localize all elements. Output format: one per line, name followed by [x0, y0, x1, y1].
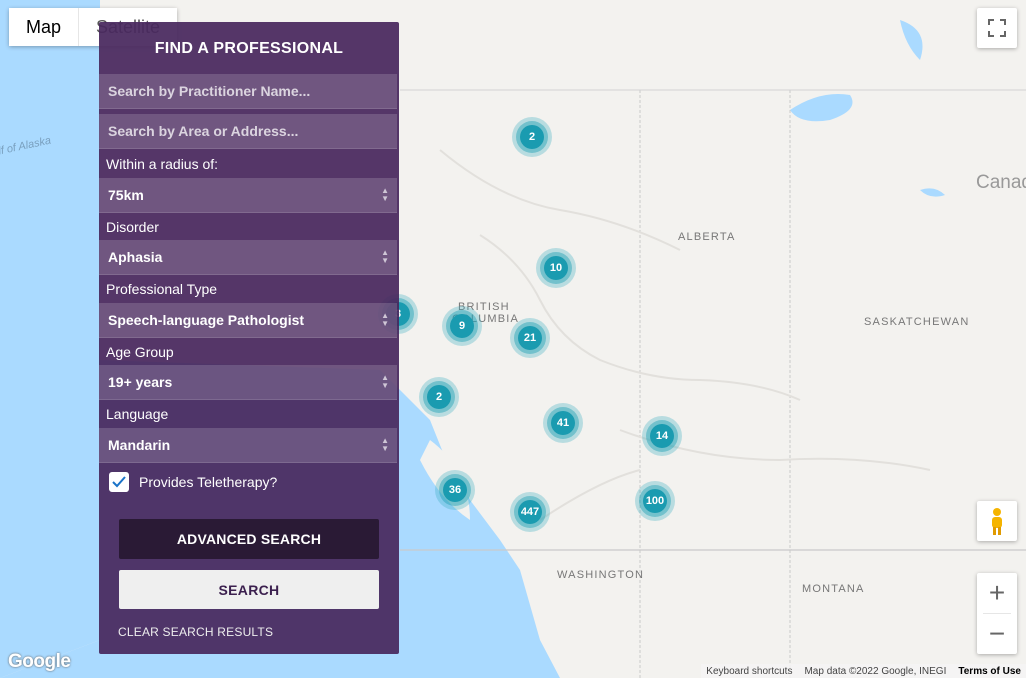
cluster-marker[interactable]: 100	[635, 481, 675, 521]
disorder-select[interactable]: Aphasia ▲ ▼	[99, 240, 397, 275]
pegman-icon	[992, 508, 1002, 535]
terms-link[interactable]: Terms of Use	[958, 666, 1021, 677]
cluster-marker[interactable]: 2	[419, 377, 459, 417]
cluster-count: 100	[643, 489, 667, 513]
canada-label: Canad	[976, 172, 1026, 193]
cluster-marker[interactable]: 41	[543, 403, 583, 443]
alberta-label: ALBERTA	[678, 231, 736, 243]
clear-search-results-link[interactable]: CLEAR SEARCH RESULTS	[118, 625, 273, 639]
professional-type-select[interactable]: Speech-language Pathologist ▲ ▼	[99, 303, 397, 338]
street-view-button[interactable]	[977, 501, 1017, 541]
panel-title: FIND A PROFESSIONAL	[154, 40, 344, 57]
fullscreen-icon	[988, 19, 1006, 37]
cluster-count: 21	[518, 326, 542, 350]
cluster-marker[interactable]: 447	[510, 492, 550, 532]
teletherapy-label: Provides Teletherapy?	[139, 474, 278, 490]
language-value: Mandarin	[108, 437, 171, 453]
cluster-marker[interactable]: 21	[510, 318, 550, 358]
cluster-marker[interactable]: 9	[442, 306, 482, 346]
fullscreen-button[interactable]	[977, 8, 1017, 48]
checkmark-icon	[112, 476, 126, 488]
cluster-count: 9	[450, 314, 474, 338]
washington-label: WASHINGTON	[557, 569, 645, 581]
age-group-label: Age Group	[106, 344, 174, 360]
professional-type-value: Speech-language Pathologist	[108, 312, 305, 328]
cluster-marker[interactable]: 36	[435, 470, 475, 510]
age-group-select[interactable]: 19+ years ▲ ▼	[99, 365, 397, 400]
cluster-count: 14	[650, 424, 674, 448]
cluster-marker[interactable]: 10	[536, 248, 576, 288]
disorder-label: Disorder	[106, 219, 159, 235]
map-footer: Keyboard shortcuts Map data ©2022 Google…	[701, 664, 1026, 678]
age-group-value: 19+ years	[108, 374, 173, 390]
cluster-count: 41	[551, 411, 575, 435]
map-type-map-button[interactable]: Map	[9, 8, 79, 46]
zoom-control: + −	[977, 573, 1017, 654]
search-panel: FIND A PROFESSIONAL Search by Practition…	[99, 22, 399, 654]
zoom-out-button[interactable]: −	[977, 614, 1017, 654]
search-button[interactable]: SEARCH	[119, 570, 379, 609]
select-arrows-icon: ▲ ▼	[381, 373, 389, 390]
select-arrows-icon: ▲ ▼	[381, 311, 389, 328]
cluster-count: 2	[427, 385, 451, 409]
cluster-count: 447	[518, 500, 542, 524]
google-logo: Google	[8, 651, 71, 672]
professional-type-label: Professional Type	[106, 281, 218, 297]
cluster-count: 10	[544, 256, 568, 280]
practitioner-name-input[interactable]: Search by Practitioner Name...	[99, 74, 397, 109]
cluster-count: 36	[443, 478, 467, 502]
cluster-count: 2	[520, 125, 544, 149]
cluster-marker[interactable]: 2	[512, 117, 552, 157]
area-address-input[interactable]: Search by Area or Address...	[99, 114, 397, 149]
radius-select[interactable]: 75km ▲ ▼	[99, 178, 397, 213]
saskatchewan-label: SASKATCHEWAN	[864, 316, 970, 328]
disorder-value: Aphasia	[108, 249, 163, 265]
map-attribution: Map data ©2022 Google, INEGI	[804, 665, 947, 677]
select-arrows-icon: ▲ ▼	[381, 248, 389, 265]
advanced-search-button[interactable]: ADVANCED SEARCH	[119, 519, 379, 559]
select-arrows-icon: ▲ ▼	[381, 436, 389, 453]
select-arrows-icon: ▲ ▼	[381, 186, 389, 203]
radius-value: 75km	[108, 187, 144, 203]
radius-label: Within a radius of:	[106, 156, 219, 172]
montana-label: MONTANA	[802, 583, 865, 595]
language-label: Language	[106, 406, 169, 422]
keyboard-shortcuts-link[interactable]: Keyboard shortcuts	[706, 666, 792, 677]
teletherapy-checkbox[interactable]	[109, 472, 129, 492]
language-select[interactable]: Mandarin ▲ ▼	[99, 428, 397, 463]
cluster-marker[interactable]: 14	[642, 416, 682, 456]
zoom-in-button[interactable]: +	[977, 573, 1017, 613]
